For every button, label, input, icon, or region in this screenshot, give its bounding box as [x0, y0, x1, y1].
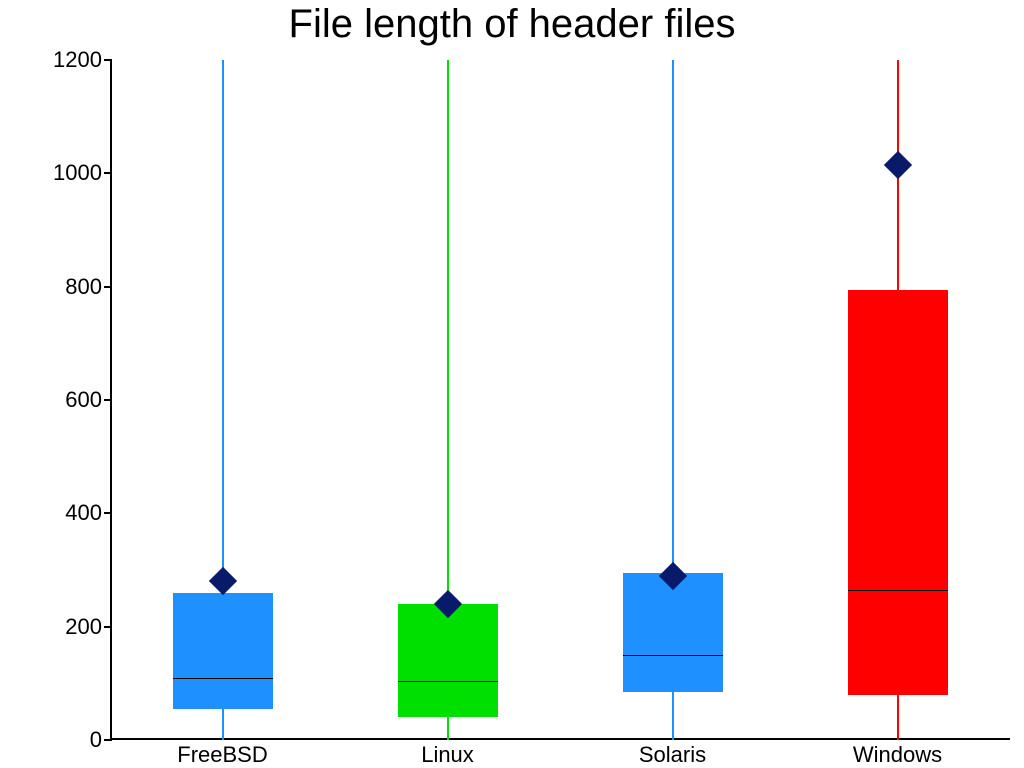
median-line [623, 655, 723, 656]
y-tick-label: 1200 [12, 47, 102, 73]
median-line [173, 678, 273, 679]
y-tick-label: 800 [12, 274, 102, 300]
y-tick-label: 400 [12, 500, 102, 526]
box [398, 604, 498, 717]
y-tick-mark [104, 59, 112, 61]
boxplot-chart: File length of header files 0 200 400 600 80… [0, 0, 1024, 768]
y-tick-label: 0 [12, 727, 102, 753]
median-line [848, 590, 948, 591]
y-tick-mark [104, 512, 112, 514]
y-tick-mark [104, 739, 112, 741]
x-tick-label: Solaris [639, 742, 706, 768]
y-tick-mark [104, 399, 112, 401]
box [173, 593, 273, 709]
median-line [398, 681, 498, 682]
x-tick-label: FreeBSD [177, 742, 267, 768]
box [623, 573, 723, 692]
chart-title: File length of header files [0, 2, 1024, 47]
y-tick-label: 600 [12, 387, 102, 413]
y-tick-mark [104, 172, 112, 174]
y-tick-label: 200 [12, 614, 102, 640]
y-tick-mark [104, 286, 112, 288]
y-tick-mark [104, 626, 112, 628]
y-tick-label: 1000 [12, 160, 102, 186]
x-tick-label: Linux [421, 742, 474, 768]
box [848, 290, 948, 695]
x-tick-label: Windows [853, 742, 942, 768]
